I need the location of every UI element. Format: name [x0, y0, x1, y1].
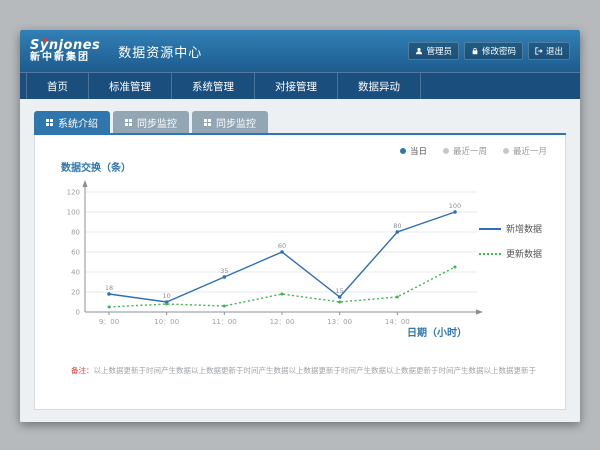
- tab-label: 系统介绍: [58, 115, 98, 130]
- svg-text:18: 18: [105, 284, 113, 292]
- svg-text:11：00: 11：00: [212, 318, 237, 326]
- svg-text:80: 80: [71, 229, 80, 237]
- legend-item-new-data[interactable]: 新增数据: [479, 222, 553, 235]
- filter-label: 当日: [410, 145, 427, 157]
- user-icon: [415, 47, 423, 55]
- change-password-label: 修改密码: [482, 45, 516, 57]
- line-chart: 0 20 40 60 80 100 120 9：00 10：00 11：00 12：00 13：00 1…: [55, 176, 485, 338]
- lock-icon: [471, 47, 479, 55]
- nav-item-interface-mgmt[interactable]: 对接管理: [255, 73, 338, 99]
- change-password-button[interactable]: 修改密码: [464, 42, 523, 60]
- brand-logo: Synjones 新中新集团: [30, 39, 100, 63]
- nav-item-data-change[interactable]: 数据异动: [338, 73, 421, 99]
- tab-label: 同步监控: [137, 115, 177, 130]
- filter-last-week[interactable]: 最近一周: [443, 145, 487, 157]
- logout-icon: [535, 47, 543, 55]
- filter-label: 最近一月: [513, 145, 547, 157]
- footnote: 备注：以上数据更新于时间产生数据以上数据更新于时间产生数据以上数据更新于时间产生…: [71, 365, 543, 376]
- radio-dot-icon: [443, 148, 449, 154]
- page-title: 数据资源中心: [118, 42, 202, 61]
- app-window: Synjones 新中新集团 数据资源中心 管理员 修改密码 退出: [20, 30, 580, 422]
- svg-text:40: 40: [71, 269, 80, 277]
- svg-text:9：00: 9：00: [99, 318, 119, 326]
- app-header: Synjones 新中新集团 数据资源中心 管理员 修改密码 退出: [20, 30, 580, 72]
- time-range-filters: 当日 最近一周 最近一月: [47, 145, 547, 157]
- tab-system-intro[interactable]: 系统介绍: [34, 111, 110, 133]
- legend-label: 更新数据: [506, 247, 542, 260]
- nav-item-home[interactable]: 首页: [26, 73, 89, 99]
- legend-label: 新增数据: [506, 222, 542, 235]
- svg-text:12：00: 12：00: [270, 318, 295, 326]
- svg-text:10：00: 10：00: [154, 318, 179, 326]
- filter-label: 最近一周: [453, 145, 487, 157]
- main-navbar: 首页 标准管理 系统管理 对接管理 数据异动: [20, 72, 580, 99]
- logout-label: 退出: [546, 45, 563, 57]
- admin-user-button[interactable]: 管理员: [408, 42, 459, 60]
- nav-item-standard-mgmt[interactable]: 标准管理: [89, 73, 172, 99]
- tab-sync-monitor-1[interactable]: 同步监控: [113, 111, 189, 133]
- footnote-label: 备注：: [71, 366, 94, 375]
- logout-button[interactable]: 退出: [528, 42, 570, 60]
- nav-item-system-mgmt[interactable]: 系统管理: [172, 73, 255, 99]
- svg-text:14：00: 14：00: [385, 318, 410, 326]
- grid-icon: [46, 119, 53, 126]
- svg-text:120: 120: [67, 189, 80, 197]
- svg-text:60: 60: [71, 249, 80, 257]
- chart-container: 0 20 40 60 80 100 120 9：00 10：00 11：00 12：00 13：00 1…: [55, 176, 553, 338]
- svg-text:100: 100: [449, 202, 461, 210]
- filter-last-month[interactable]: 最近一月: [503, 145, 547, 157]
- tab-bar: 系统介绍 同步监控 同步监控: [34, 111, 566, 135]
- radio-dot-icon: [400, 148, 406, 154]
- svg-text:20: 20: [71, 289, 80, 297]
- chart-panel: 当日 最近一周 最近一月 数据交换（条） 0 20 40 60 80 100 120 9：00…: [34, 135, 566, 410]
- svg-text:80: 80: [393, 222, 401, 230]
- green-dotted-line-sample-icon: [479, 253, 501, 255]
- tab-sync-monitor-2[interactable]: 同步监控: [192, 111, 268, 133]
- tab-label: 同步监控: [216, 115, 256, 130]
- svg-text:0: 0: [76, 309, 80, 317]
- svg-text:13：00: 13：00: [327, 318, 352, 326]
- chart-legend: 新增数据 更新数据: [479, 222, 553, 260]
- svg-text:60: 60: [278, 242, 286, 250]
- chart-y-axis-title: 数据交换（条）: [61, 159, 553, 174]
- svg-text:35: 35: [220, 267, 228, 275]
- admin-user-label: 管理员: [426, 45, 452, 57]
- grid-icon: [125, 119, 132, 126]
- svg-text:10: 10: [163, 292, 171, 300]
- content-area: 系统介绍 同步监控 同步监控 当日: [20, 99, 580, 422]
- logo-text: Synjones: [30, 39, 100, 53]
- legend-item-update-data[interactable]: 更新数据: [479, 247, 553, 260]
- svg-text:15: 15: [336, 287, 344, 295]
- logo-company-name: 新中新集团: [30, 53, 100, 64]
- blue-line-sample-icon: [479, 228, 501, 230]
- filter-today[interactable]: 当日: [400, 145, 427, 157]
- radio-dot-icon: [503, 148, 509, 154]
- grid-icon: [204, 119, 211, 126]
- svg-text:100: 100: [67, 209, 80, 217]
- logo-red-dot-icon: [43, 38, 47, 42]
- footnote-text: 以上数据更新于时间产生数据以上数据更新于时间产生数据以上数据更新于时间产生数据以…: [94, 366, 537, 375]
